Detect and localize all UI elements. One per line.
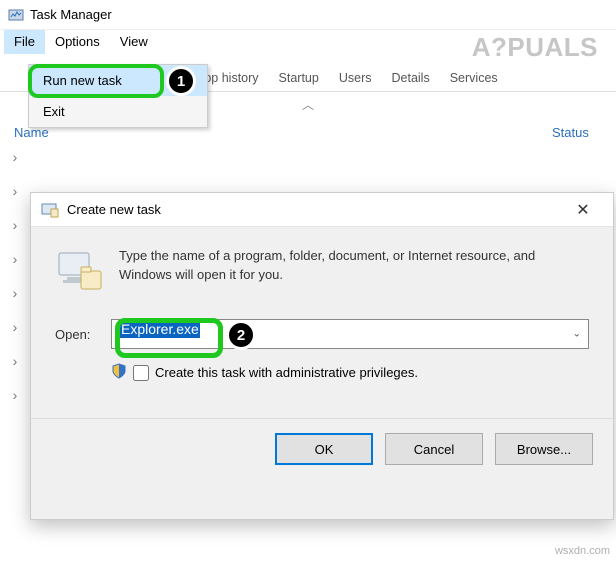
admin-checkbox-label: Create this task with administrative pri… [155,365,418,380]
chevron-right-icon: › [6,149,24,165]
dialog-titlebar: Create new task ✕ [31,193,613,227]
run-program-icon [55,247,103,295]
dialog-instruction: Type the name of a program, folder, docu… [119,247,589,285]
chevron-right-icon: › [6,353,24,369]
dialog-button-row: OK Cancel Browse... [31,418,613,479]
tab-services[interactable]: Services [440,66,508,90]
admin-checkbox[interactable] [133,365,149,381]
tab-users[interactable]: Users [329,66,382,90]
menu-file[interactable]: File [4,30,45,54]
chevron-right-icon: › [6,217,24,233]
chevron-right-icon: › [6,183,24,199]
chevron-down-icon[interactable]: ⌄ [573,329,581,340]
cancel-button[interactable]: Cancel [385,433,483,465]
tab-details[interactable]: Details [382,66,440,90]
tab-startup[interactable]: Startup [269,66,329,90]
menu-item-exit[interactable]: Exit [29,96,207,127]
run-dialog-icon [41,201,59,219]
chevron-right-icon: › [6,251,24,267]
chevron-right-icon: › [6,285,24,301]
open-combobox[interactable]: Explorer.exe ⌄ [111,319,589,349]
titlebar: Task Manager [0,0,616,30]
watermark-source: wsxdn.com [555,545,610,557]
open-input[interactable]: Explorer.exe [111,319,589,349]
chevron-right-icon: › [6,387,24,403]
dialog-title: Create new task [67,202,563,217]
browse-button[interactable]: Browse... [495,433,593,465]
watermark-logo: A?PUALS [472,32,598,63]
task-manager-icon [8,7,24,23]
create-new-task-dialog: Create new task ✕ Type the name of a pro… [30,192,614,520]
chevron-right-icon: › [6,319,24,335]
close-icon[interactable]: ✕ [563,200,603,220]
open-input-value: Explorer.exe [120,320,200,338]
open-label: Open: [55,327,103,342]
annotation-badge-2: 2 [226,320,256,350]
table-row[interactable]: › [2,140,614,174]
shield-icon [111,363,127,382]
window-title: Task Manager [30,7,112,22]
column-header-status[interactable]: Status [552,125,602,140]
ok-button[interactable]: OK [275,433,373,465]
annotation-badge-1: 1 [166,66,196,96]
menu-options[interactable]: Options [45,30,110,54]
menu-view[interactable]: View [110,30,158,54]
dialog-body: Type the name of a program, folder, docu… [31,227,613,418]
